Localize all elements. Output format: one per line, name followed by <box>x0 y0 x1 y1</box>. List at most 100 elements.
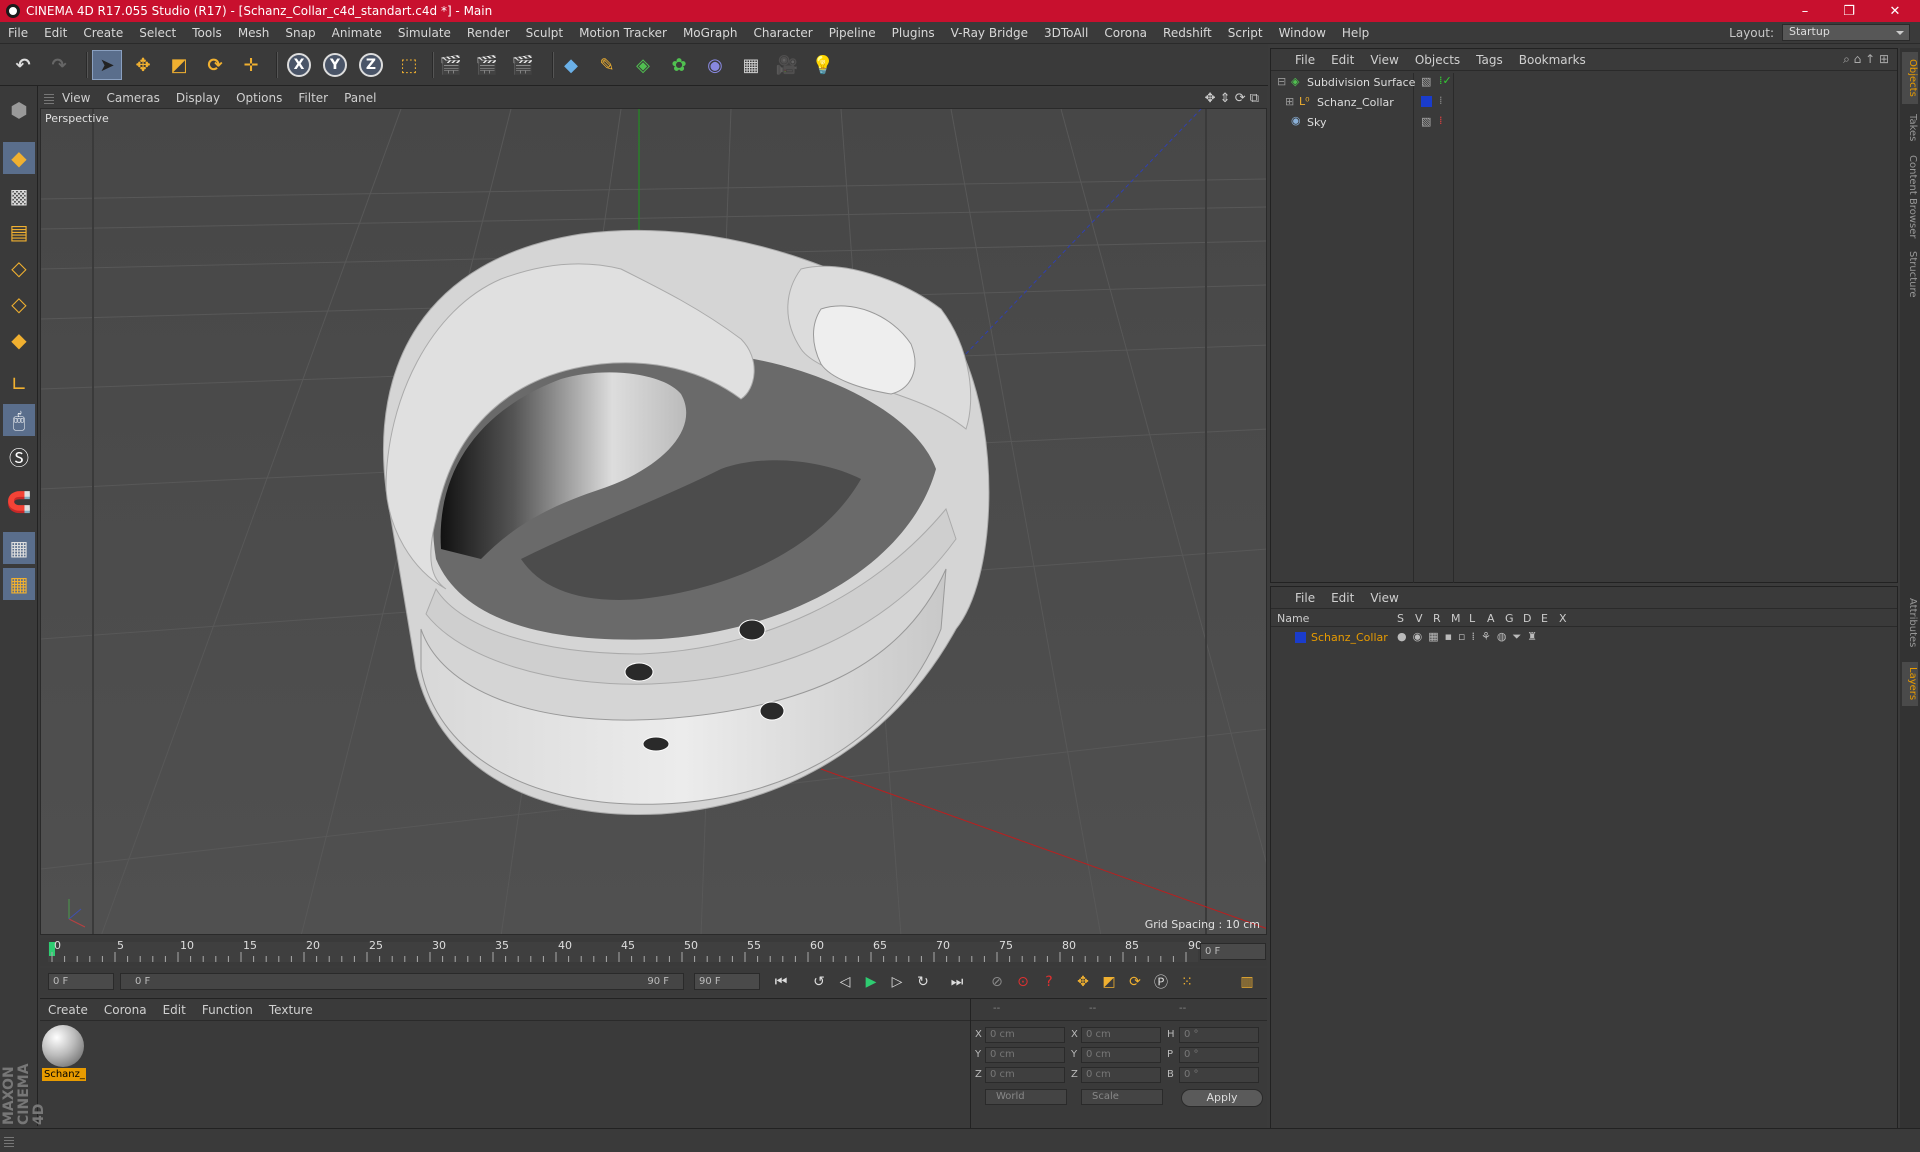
keyframe-selection-icon[interactable]: ? <box>1038 971 1060 993</box>
mograph-cloner-icon[interactable]: ✿ <box>664 50 694 80</box>
position-x-field[interactable]: 0 cm <box>985 1027 1065 1043</box>
coordinate-system-icon[interactable]: ⬚ <box>394 50 424 80</box>
tab-structure[interactable]: Structure <box>1902 246 1918 302</box>
coordinate-space-dropdown[interactable]: World <box>985 1089 1067 1105</box>
previous-key-icon[interactable]: ↺ <box>808 971 830 993</box>
viewport-menu-display[interactable]: Display <box>168 91 228 105</box>
redo-icon[interactable]: ↷ <box>44 50 74 80</box>
snap-magnet-icon[interactable]: 🧲 <box>3 486 35 518</box>
position-y-field[interactable]: 0 cm <box>985 1047 1065 1063</box>
tree-expand-icon[interactable]: ⊞ <box>1285 95 1294 108</box>
model-mode-icon[interactable]: ◆ <box>3 142 35 174</box>
rotation-b-field[interactable]: 0 ° <box>1179 1067 1259 1083</box>
render-view-icon[interactable]: 🎬 <box>436 50 466 80</box>
layer-menu-file[interactable]: File <box>1287 591 1323 605</box>
material-menu-function[interactable]: Function <box>194 1003 261 1017</box>
menu-redshift[interactable]: Redshift <box>1155 26 1220 40</box>
rotation-h-field[interactable]: 0 ° <box>1179 1027 1259 1043</box>
3d-viewport[interactable]: Perspective Grid Spacing : 10 cm <box>40 108 1267 935</box>
menu-file[interactable]: File <box>0 26 36 40</box>
object-manager-nav-icons[interactable]: ⌕ ⌂ ↑ ⊞ <box>1843 52 1889 67</box>
menu-select[interactable]: Select <box>131 26 184 40</box>
tab-content-browser[interactable]: Content Browser <box>1902 152 1918 242</box>
menu-render[interactable]: Render <box>459 26 518 40</box>
workplane-lock-icon[interactable]: ▦ <box>3 532 35 564</box>
layer-menu-edit[interactable]: Edit <box>1323 591 1362 605</box>
menu-window[interactable]: Window <box>1271 26 1334 40</box>
viewport-menu-view[interactable]: View <box>54 91 98 105</box>
material-menu-corona[interactable]: Corona <box>96 1003 155 1017</box>
tab-attributes[interactable]: Attributes <box>1902 588 1918 658</box>
start-frame-field[interactable]: 0 F <box>48 973 114 990</box>
play-icon[interactable]: ▶ <box>860 971 882 993</box>
menu-animate[interactable]: Animate <box>324 26 390 40</box>
y-axis-lock-icon[interactable]: Y <box>320 50 350 80</box>
viewport-menu-panel[interactable]: Panel <box>336 91 384 105</box>
menu-script[interactable]: Script <box>1220 26 1271 40</box>
make-editable-icon[interactable]: ⬢ <box>3 94 35 126</box>
menu-3dtoall[interactable]: 3DToAll <box>1036 26 1096 40</box>
transform-tool-icon[interactable]: ✛ <box>236 50 266 80</box>
tab-layers[interactable]: Layers <box>1902 662 1918 706</box>
menu-character[interactable]: Character <box>745 26 820 40</box>
go-to-end-icon[interactable]: ⏭ <box>946 971 968 993</box>
size-mode-dropdown[interactable]: Scale <box>1081 1089 1163 1105</box>
viewport-menu-options[interactable]: Options <box>228 91 290 105</box>
menu-sculpt[interactable]: Sculpt <box>518 26 571 40</box>
light-icon[interactable]: 💡 <box>808 50 838 80</box>
menu-plugins[interactable]: Plugins <box>884 26 943 40</box>
edges-mode-icon[interactable]: ◇ <box>3 288 35 320</box>
tree-collapse-icon[interactable]: ⊟ <box>1277 75 1286 88</box>
size-z-field[interactable]: 0 cm <box>1081 1067 1161 1083</box>
minimize-button[interactable]: – <box>1782 0 1828 22</box>
layer-toggle-icons[interactable]: ●◉▦▪▫⁞⚘◍⏷♜ <box>1397 630 1543 644</box>
key-position-icon[interactable]: ✥ <box>1072 971 1094 993</box>
previous-frame-icon[interactable]: ◁ <box>834 971 856 993</box>
record-keys-icon[interactable]: ⊘ <box>986 971 1008 993</box>
next-key-icon[interactable]: ↻ <box>912 971 934 993</box>
rotate-tool-icon[interactable]: ⟳ <box>200 50 230 80</box>
size-y-field[interactable]: 0 cm <box>1081 1047 1161 1063</box>
texture-mode-icon[interactable]: ▩ <box>3 180 35 212</box>
floor-scene-icon[interactable]: ▦ <box>736 50 766 80</box>
deformer-icon[interactable]: ◉ <box>700 50 730 80</box>
menu-pipeline[interactable]: Pipeline <box>821 26 884 40</box>
tweak-mode-icon[interactable]: 🖱 <box>3 404 35 436</box>
close-button[interactable]: ✕ <box>1872 0 1918 22</box>
layer-menu-view[interactable]: View <box>1362 591 1406 605</box>
select-tool-icon[interactable]: ➤ <box>92 50 122 80</box>
object-row-sky[interactable]: ◉ Sky ▧ ⁞ <box>1273 113 1893 132</box>
viewport-menu-filter[interactable]: Filter <box>290 91 336 105</box>
points-mode-icon[interactable]: ◇ <box>3 252 35 284</box>
object-row-subdivision-surface[interactable]: ⊟ ◈ Subdivision Surface ▧ ⁞✓ <box>1273 73 1893 92</box>
object-menu-objects[interactable]: Objects <box>1407 53 1468 67</box>
go-to-start-icon[interactable]: ⏮ <box>770 971 792 993</box>
menu-motion-tracker[interactable]: Motion Tracker <box>571 26 675 40</box>
layer-color-swatch[interactable] <box>1421 96 1432 107</box>
scale-tool-icon[interactable]: ◩ <box>164 50 194 80</box>
timeline[interactable]: 0 5 10 15 20 25 30 35 40 45 50 55 60 65 70 75 80 85 90 0 F <box>40 938 1267 966</box>
menu-corona[interactable]: Corona <box>1096 26 1155 40</box>
layer-color-swatch[interactable] <box>1295 632 1306 643</box>
object-menu-edit[interactable]: Edit <box>1323 53 1362 67</box>
autokey-icon[interactable]: ⊙ <box>1012 971 1034 993</box>
layer-row[interactable]: Schanz_Collar ●◉▦▪▫⁞⚘◍⏷♜ <box>1271 629 1897 646</box>
layer-tag-icon[interactable]: ▧ <box>1421 75 1431 88</box>
menu-create[interactable]: Create <box>75 26 131 40</box>
menu-edit[interactable]: Edit <box>36 26 75 40</box>
axis-mode-icon[interactable]: ∟ <box>3 368 35 400</box>
menu-vray-bridge[interactable]: V-Ray Bridge <box>943 26 1036 40</box>
material-menu-texture[interactable]: Texture <box>261 1003 321 1017</box>
render-picture-viewer-icon[interactable]: 🎬 <box>472 50 502 80</box>
enabled-check-icon[interactable]: ⁞✓ <box>1439 74 1452 87</box>
key-scale-icon[interactable]: ◩ <box>1098 971 1120 993</box>
current-frame-field[interactable]: 0 F <box>1200 943 1266 960</box>
viewport-menu-cameras[interactable]: Cameras <box>98 91 167 105</box>
apply-button[interactable]: Apply <box>1181 1089 1263 1107</box>
material-swatch[interactable]: Schanz_ <box>42 1025 86 1081</box>
menu-simulate[interactable]: Simulate <box>390 26 459 40</box>
polygons-mode-icon[interactable]: ◆ <box>3 324 35 356</box>
object-menu-tags[interactable]: Tags <box>1468 53 1511 67</box>
object-menu-file[interactable]: File <box>1287 53 1323 67</box>
panel-grip-icon[interactable] <box>44 92 54 104</box>
